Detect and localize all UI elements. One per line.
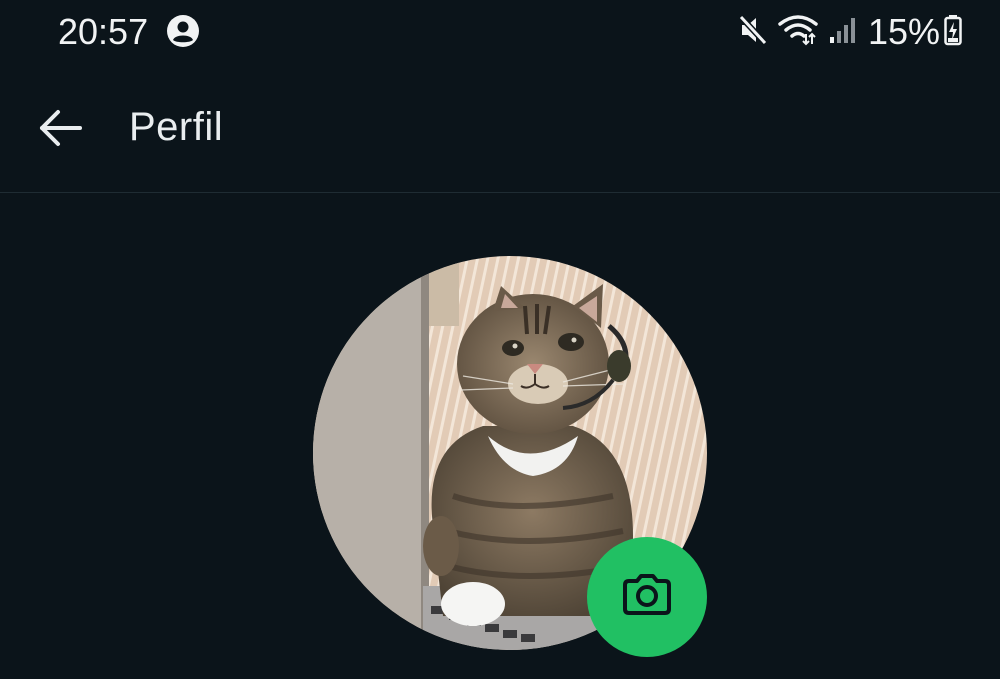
cell-signal-icon [828,15,858,50]
wifi-icon [778,14,818,51]
edit-photo-button[interactable] [587,537,707,657]
profile-screen: 20:57 15% Perfil [0,0,1000,679]
arrow-left-icon [30,110,90,158]
page-title: Perfil [129,105,224,149]
status-icons: 15% [738,8,962,56]
account-circle-icon [166,14,200,48]
battery-percent: 15% [867,11,940,52]
battery-charging-icon [944,14,962,51]
mute-icon [738,14,768,51]
back-button[interactable] [30,102,90,154]
app-bar: Perfil [0,64,1000,193]
status-time: 20:57 [58,11,149,52]
status-bar: 20:57 15% [0,0,1000,64]
camera-icon [621,573,673,622]
